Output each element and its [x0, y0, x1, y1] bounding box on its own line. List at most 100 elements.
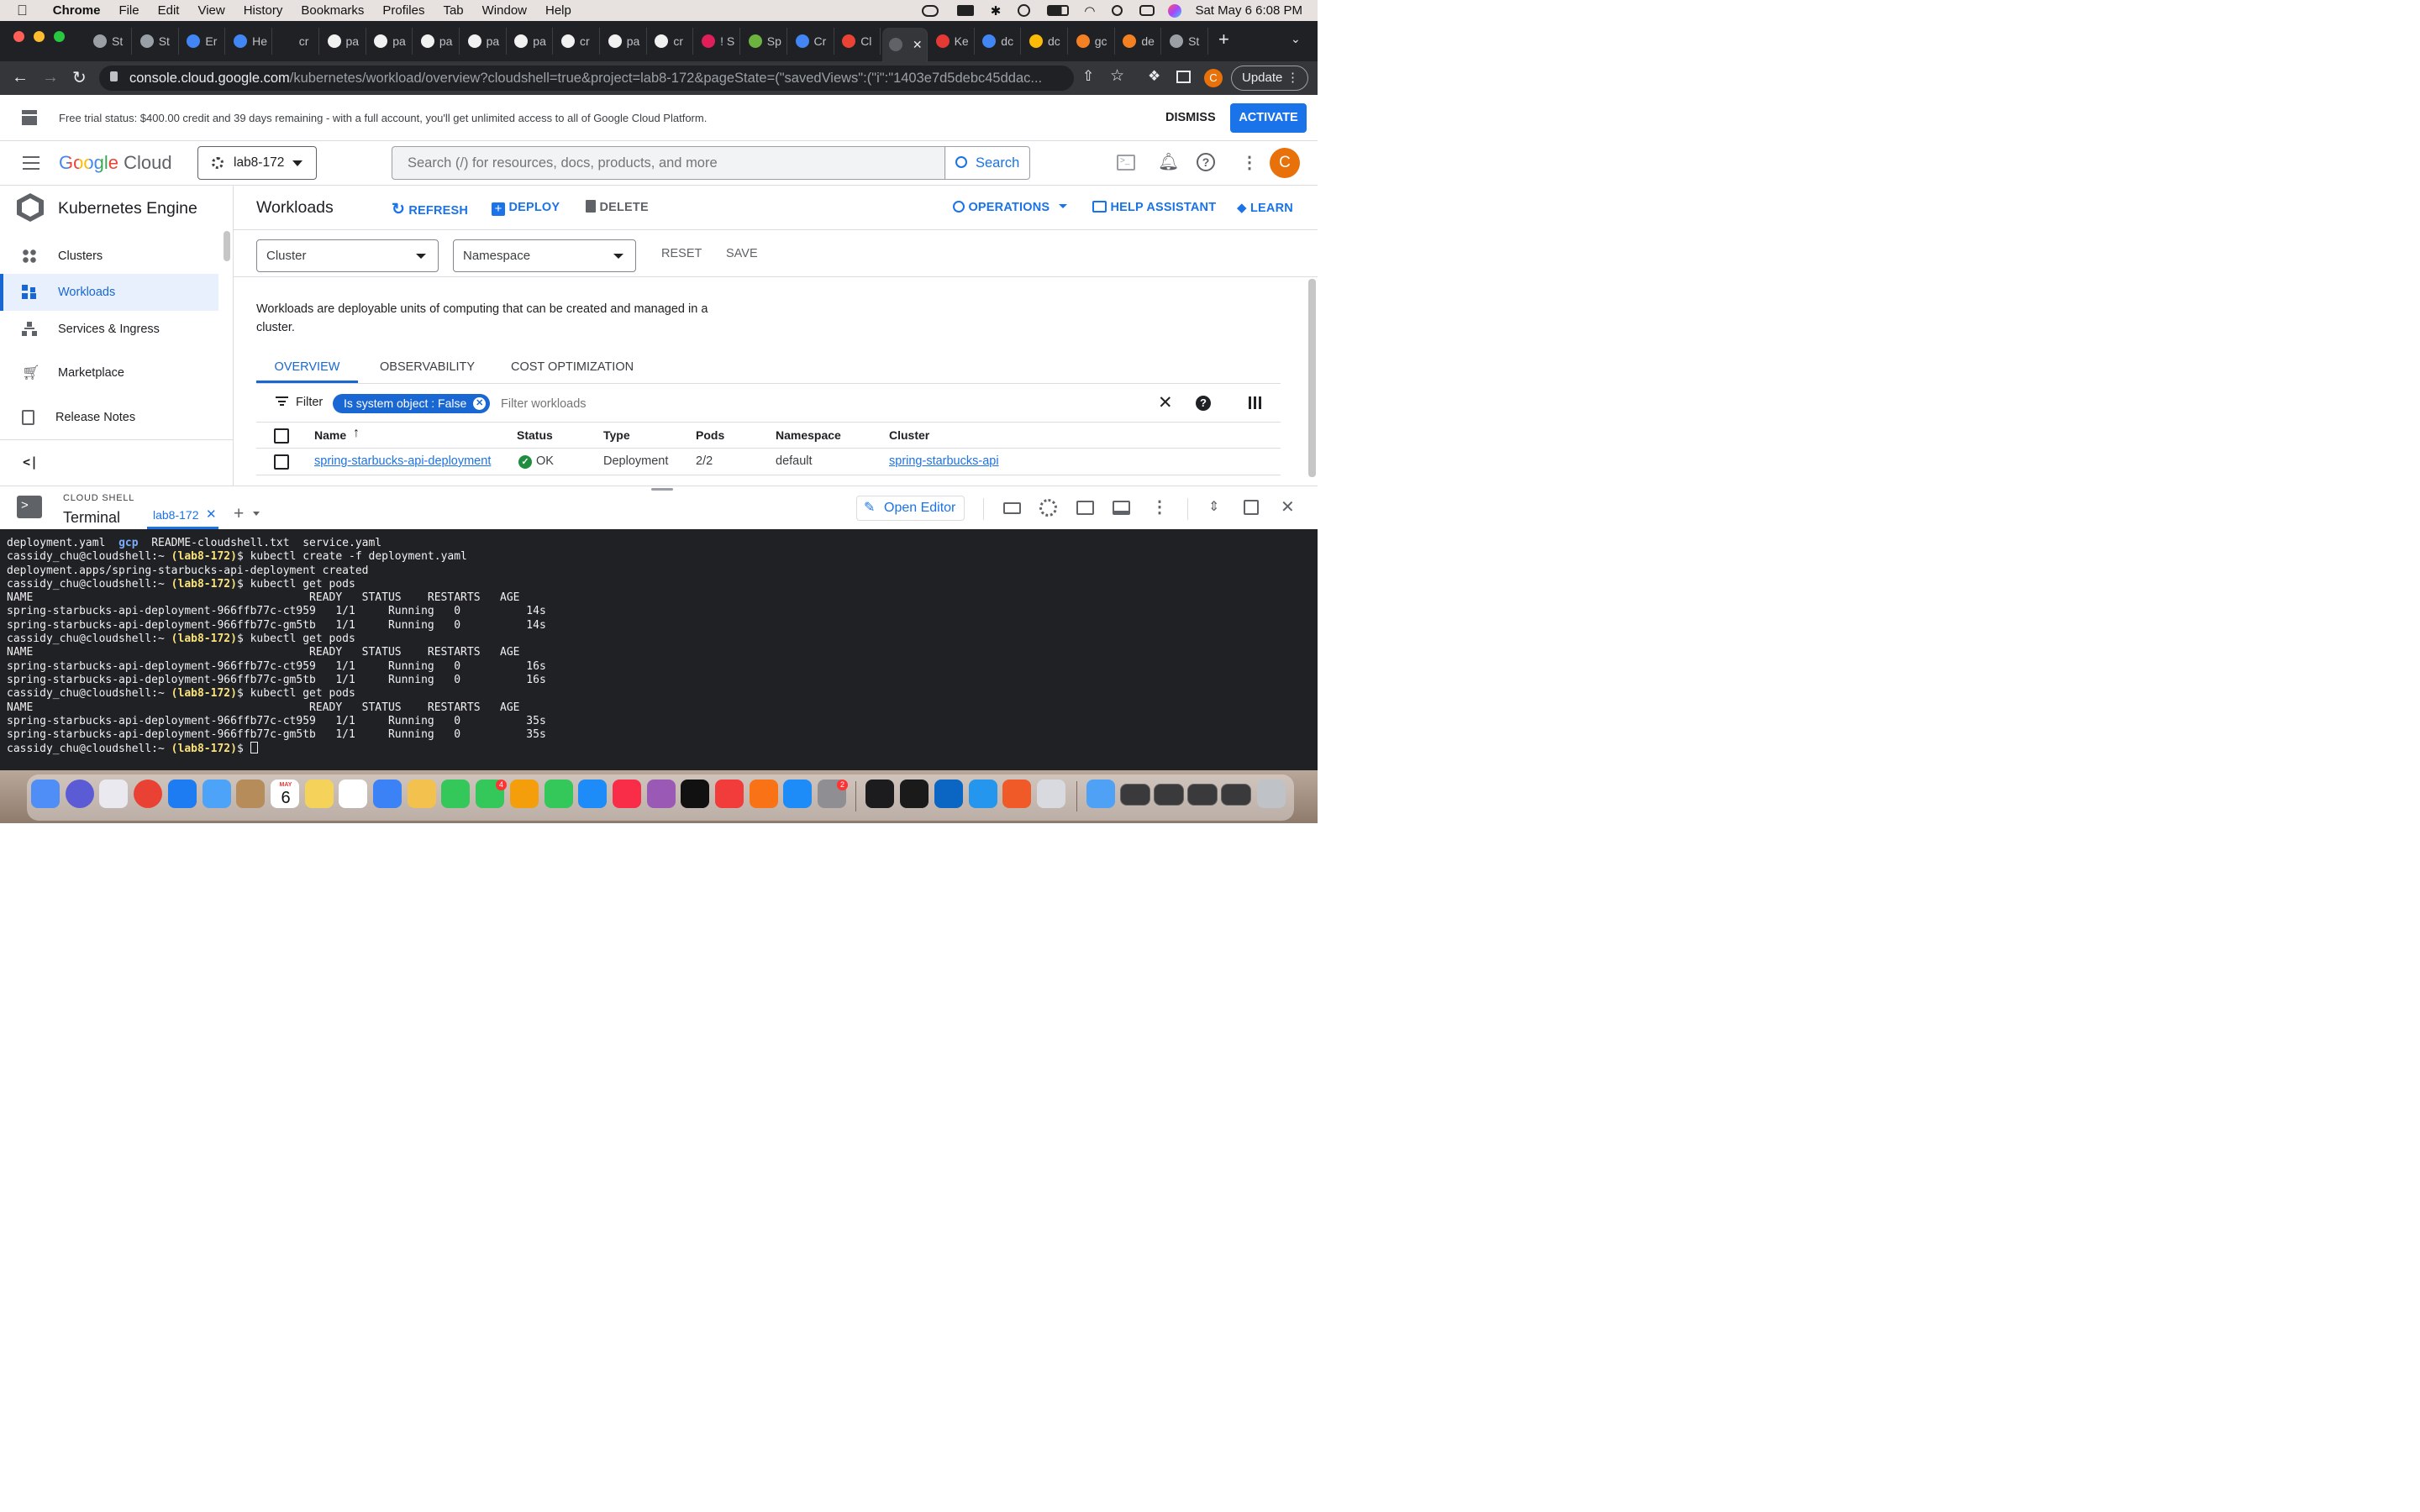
- column-header-pods[interactable]: Pods: [696, 428, 724, 442]
- siri-icon[interactable]: [1168, 3, 1182, 18]
- browser-tab[interactable]: St: [1163, 28, 1209, 55]
- browser-tab[interactable]: St: [87, 28, 132, 55]
- docker-icon[interactable]: [969, 780, 997, 808]
- browser-tab[interactable]: pa: [321, 28, 366, 55]
- spotlight-icon[interactable]: [1112, 5, 1123, 16]
- menu-tab[interactable]: Tab: [443, 3, 463, 18]
- menu-edit[interactable]: Edit: [158, 3, 180, 18]
- downloads-folder-icon[interactable]: [1086, 780, 1115, 808]
- filter-button[interactable]: Filter: [276, 396, 323, 409]
- browser-tab[interactable]: cr: [274, 28, 319, 55]
- keynote-icon[interactable]: [578, 780, 607, 808]
- pages-icon[interactable]: [510, 780, 539, 808]
- sidebar-item-release-notes[interactable]: Release Notes: [0, 399, 218, 436]
- side-panel-icon[interactable]: [1176, 71, 1191, 83]
- window-thumb-icon[interactable]: [1221, 784, 1251, 806]
- menubar-clock[interactable]: Sat May 6 6:08 PM: [1195, 3, 1302, 18]
- cloud-shell-icon[interactable]: >_: [1117, 155, 1135, 171]
- reload-icon[interactable]: ↻: [72, 67, 87, 88]
- window-minimize-button[interactable]: [34, 31, 45, 42]
- window-close-button[interactable]: [13, 31, 24, 42]
- browser-tab[interactable]: pa: [508, 28, 554, 55]
- control-center-icon[interactable]: [1139, 5, 1155, 16]
- help-icon[interactable]: ?: [1197, 153, 1215, 171]
- add-session-icon[interactable]: +: [234, 504, 244, 524]
- profile-avatar[interactable]: C: [1204, 69, 1223, 87]
- safari-icon[interactable]: [168, 780, 197, 808]
- sidebar-scrollbar[interactable]: [224, 231, 230, 261]
- forward-icon[interactable]: →: [42, 68, 59, 87]
- menu-file[interactable]: File: [118, 3, 139, 18]
- namespace-select[interactable]: Namespace: [453, 239, 636, 272]
- browser-tab[interactable]: ✕: [881, 28, 928, 61]
- shell-more-icon[interactable]: ⋮: [1151, 496, 1168, 517]
- tab-overview[interactable]: OVERVIEW: [256, 356, 358, 383]
- tab-cost-optimization[interactable]: COST OPTIMIZATION: [511, 356, 634, 383]
- browser-tab[interactable]: de: [1116, 28, 1162, 55]
- app-store-icon[interactable]: [783, 780, 812, 808]
- extensions-icon[interactable]: ❖: [1148, 68, 1160, 85]
- preview-icon[interactable]: [1037, 780, 1065, 808]
- window-zoom-button[interactable]: [54, 31, 65, 42]
- open-editor-button[interactable]: ✎ Open Editor: [856, 496, 965, 521]
- trash-icon[interactable]: [1257, 780, 1286, 808]
- row-checkbox[interactable]: [274, 454, 289, 470]
- sidebar-item-clusters[interactable]: Clusters: [0, 238, 218, 275]
- vscode-icon[interactable]: [934, 780, 963, 808]
- bluetooth-icon[interactable]: ✱: [991, 3, 1002, 18]
- settings-gear-icon[interactable]: [1039, 499, 1057, 517]
- browser-tab[interactable]: Sp: [742, 28, 787, 55]
- mail-icon[interactable]: [203, 780, 231, 808]
- hamburger-menu-icon[interactable]: [23, 156, 39, 170]
- sort-ascending-icon[interactable]: ↑: [353, 426, 360, 441]
- update-button[interactable]: Update ⋮: [1231, 66, 1308, 91]
- minimize-panel-icon[interactable]: [1113, 501, 1130, 515]
- menu-view[interactable]: View: [197, 3, 224, 18]
- refresh-button[interactable]: ↻ REFRESH: [392, 200, 468, 219]
- chrome-icon[interactable]: [134, 780, 162, 808]
- apple-icon[interactable]: : [17, 3, 28, 19]
- menu-history[interactable]: History: [244, 3, 283, 18]
- numbers-icon[interactable]: [544, 780, 573, 808]
- sidebar-item-workloads[interactable]: Workloads: [0, 274, 218, 311]
- share-icon[interactable]: ⇧: [1082, 68, 1094, 85]
- photos-icon[interactable]: [408, 780, 436, 808]
- notifications-bell-icon[interactable]: 🔔︎: [1158, 151, 1179, 172]
- main-scrollbar[interactable]: [1308, 279, 1316, 477]
- web-preview-icon[interactable]: [1076, 501, 1094, 515]
- siri-icon[interactable]: [66, 780, 94, 808]
- workload-cluster-link[interactable]: spring-starbucks-api: [889, 454, 999, 468]
- wifi-icon[interactable]: ◠: [1084, 3, 1095, 18]
- deploy-button[interactable]: + DEPLOY: [492, 200, 560, 216]
- maximize-panel-icon[interactable]: ⇕: [1208, 498, 1219, 515]
- filter-help-icon[interactable]: ?: [1196, 396, 1211, 411]
- learn-button[interactable]: ◆ LEARN: [1237, 200, 1293, 216]
- back-icon[interactable]: ←: [12, 68, 29, 87]
- clear-filter-icon[interactable]: ✕: [1158, 392, 1173, 413]
- browser-tab[interactable]: Cl: [835, 28, 881, 55]
- collapse-sidebar-icon[interactable]: <|: [23, 454, 38, 470]
- column-header-namespace[interactable]: Namespace: [776, 428, 841, 442]
- keyboard-icon[interactable]: [1003, 502, 1021, 514]
- menu-app-name[interactable]: Chrome: [53, 3, 101, 18]
- activate-button[interactable]: ACTIVATE: [1230, 103, 1307, 133]
- workload-name-link[interactable]: spring-starbucks-api-deployment: [314, 454, 491, 468]
- browser-tab[interactable]: pa: [414, 28, 460, 55]
- browser-tab[interactable]: dc: [976, 28, 1022, 55]
- terminal-output[interactable]: deployment.yaml gcp README-cloudshell.tx…: [0, 529, 1318, 770]
- lock-icon[interactable]: [110, 71, 118, 81]
- menu-help[interactable]: Help: [545, 3, 571, 18]
- close-session-icon[interactable]: ✕: [206, 507, 217, 522]
- reset-button[interactable]: RESET: [661, 247, 702, 260]
- new-tab-icon[interactable]: +: [1218, 29, 1229, 50]
- column-header-name[interactable]: Name: [314, 428, 346, 442]
- select-all-checkbox[interactable]: [274, 428, 289, 444]
- close-shell-icon[interactable]: ✕: [1281, 496, 1295, 517]
- browser-tab[interactable]: Cr: [789, 28, 834, 55]
- column-display-icon[interactable]: [1249, 396, 1261, 409]
- project-picker[interactable]: lab8-172: [197, 146, 317, 180]
- browser-tab[interactable]: dc: [1023, 28, 1068, 55]
- battery-icon[interactable]: [1047, 5, 1070, 16]
- google-cloud-logo[interactable]: Google Cloud: [59, 152, 172, 174]
- books-icon[interactable]: [750, 780, 778, 808]
